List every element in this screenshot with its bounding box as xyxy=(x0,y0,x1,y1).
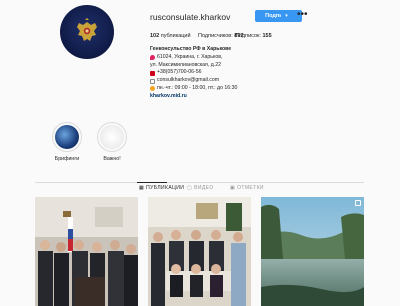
profile-username: rusconsulate.kharkov xyxy=(150,12,231,22)
highlight-ring xyxy=(52,122,82,152)
highlight-briefings[interactable]: Брифинги xyxy=(49,122,85,162)
bio-address-row: 61024, Украина, г. Харьков, xyxy=(150,54,300,62)
posts-count: 102 xyxy=(150,33,160,39)
bio-phone: +38(057)700-06-56 xyxy=(157,69,202,76)
clock-icon xyxy=(150,86,155,92)
bio-website-link[interactable]: kharkov.mid.ru xyxy=(150,93,300,101)
following-label: Подписок: xyxy=(235,33,261,39)
video-icon: ▢ xyxy=(187,185,193,191)
bio-phone-row: +38(057)700-06-56 xyxy=(150,69,300,77)
active-tab-indicator xyxy=(137,182,167,183)
bio-address-row-2: ул. Максимилиановская, д.22 xyxy=(150,62,300,70)
bio-hours: пн.-чт.: 09:00 - 18:00, пт.: до 16:30 xyxy=(157,84,238,91)
post-image-group-photo xyxy=(148,197,251,306)
tab-tagged[interactable]: ▣ ОТМЕТКИ xyxy=(230,185,264,191)
chevron-down-icon: ▾ xyxy=(285,13,288,19)
tab-video[interactable]: ▢ ВИДЕО xyxy=(187,185,214,191)
bio-hours-row: пн.-чт.: 09:00 - 18:00, пт.: до 16:30 xyxy=(150,85,300,93)
tag-icon: ▣ xyxy=(230,185,236,191)
posts-label: публикаций xyxy=(160,33,191,39)
highlight-thumbnail xyxy=(55,125,79,149)
grid-icon: ▦ xyxy=(139,185,145,191)
post-thumbnail[interactable] xyxy=(35,197,138,306)
highlight-label: Важно! xyxy=(103,156,121,162)
suggestions-dropdown-button[interactable]: ▾ xyxy=(281,10,292,22)
highlight-thumbnail xyxy=(100,125,124,149)
profile-bio: Генконсульство РФ в Харькове 61024, Укра… xyxy=(150,46,300,101)
tab-posts[interactable]: ▦ ПУБЛИКАЦИИ xyxy=(139,185,184,191)
carousel-icon xyxy=(355,200,361,206)
tab-posts-label: ПУБЛИКАЦИИ xyxy=(146,185,185,191)
tab-tagged-label: ОТМЕТКИ xyxy=(237,185,264,191)
bio-name: Генконсульство РФ в Харькове xyxy=(150,46,232,52)
phone-icon xyxy=(150,70,155,76)
posts-stat: 102 публикаций xyxy=(150,33,191,39)
tab-video-label: ВИДЕО xyxy=(194,185,214,191)
more-dots-icon[interactable]: ••• xyxy=(297,9,308,20)
bio-email: consulkharkov@gmail.com xyxy=(157,77,220,84)
highlight-important[interactable]: Важно! xyxy=(94,122,130,162)
tabs-divider xyxy=(35,182,364,183)
followers-label: Подписчиков: xyxy=(198,33,233,39)
subscriptions-button[interactable]: Подписки xyxy=(255,10,302,22)
post-image-meeting xyxy=(35,197,138,306)
post-thumbnail[interactable] xyxy=(148,197,251,306)
bio-address-line2: ул. Максимилиановская, д.22 xyxy=(150,61,221,68)
profile-avatar[interactable] xyxy=(60,5,114,59)
bio-address-line1: 61024, Украина, г. Харьков, xyxy=(157,53,223,60)
post-thumbnail[interactable] xyxy=(261,197,364,306)
coat-of-arms-icon xyxy=(77,18,97,41)
following-stat[interactable]: Подписок: 155 xyxy=(235,33,272,39)
email-icon xyxy=(150,78,155,84)
pin-icon xyxy=(150,55,155,61)
highlight-ring xyxy=(97,122,127,152)
highlight-label: Брифинги xyxy=(54,156,80,162)
bio-email-row: consulkharkov@gmail.com xyxy=(150,77,300,85)
following-count: 155 xyxy=(262,33,272,39)
post-image-landscape xyxy=(261,197,364,306)
